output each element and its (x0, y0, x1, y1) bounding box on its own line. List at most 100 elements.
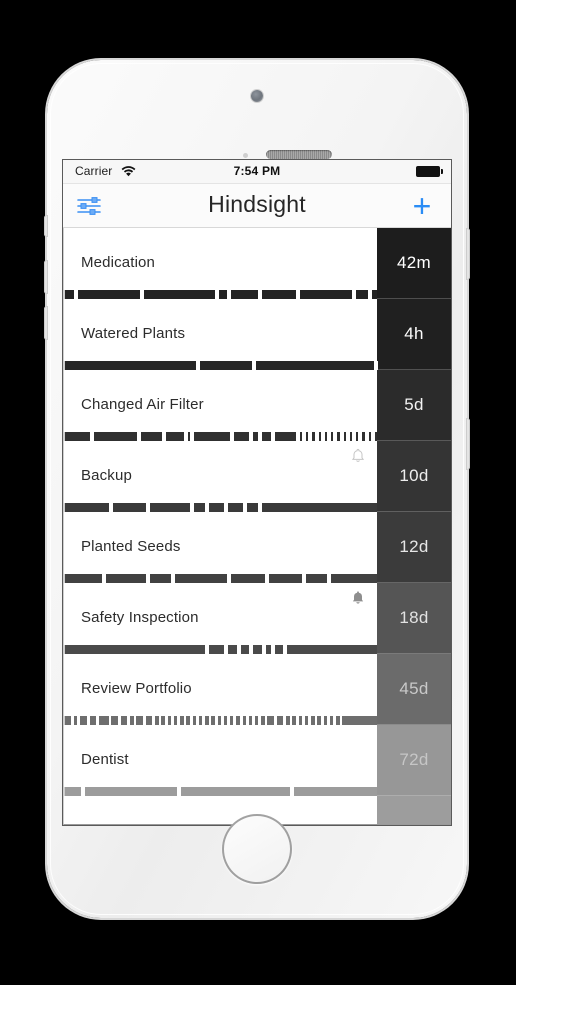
row-main[interactable]: Backup (63, 441, 377, 512)
elapsed-badge[interactable]: 10d (377, 441, 451, 512)
tick-mark (227, 574, 232, 583)
row-main[interactable]: Dentist (63, 725, 377, 796)
phone-device: Carrier 7:54 PM Hindsight + Medication 4… (44, 60, 470, 918)
bell-icon (351, 590, 365, 606)
tick-mark (171, 574, 176, 583)
elapsed-badge[interactable]: 18d (377, 583, 451, 654)
tick-mark (71, 716, 75, 725)
elapsed-badge[interactable]: 5d (377, 370, 451, 441)
activity-label: Planted Seeds (81, 538, 181, 555)
history-tickbar (64, 290, 377, 299)
table-row[interactable]: Review Portfolio 45d (63, 654, 451, 725)
tick-mark (249, 645, 254, 654)
tick-mark (264, 716, 268, 725)
volume-down-button[interactable] (44, 306, 48, 340)
tick-mark (258, 716, 262, 725)
volume-up-button[interactable] (44, 260, 48, 294)
tick-mark (364, 432, 369, 441)
table-row[interactable]: Planted Seeds 12d (63, 512, 451, 583)
home-button[interactable] (222, 814, 292, 884)
proximity-sensor (243, 153, 248, 158)
tick-mark (370, 432, 375, 441)
partial-row-main[interactable] (64, 796, 377, 824)
tick-mark (171, 716, 174, 725)
activity-label: Review Portfolio (81, 680, 192, 697)
tick-mark (233, 716, 237, 725)
history-tickbar (64, 716, 377, 725)
tick-mark (320, 432, 325, 441)
tick-mark (227, 290, 232, 299)
tick-mark (302, 716, 305, 725)
elapsed-badge[interactable]: 4h (377, 299, 451, 370)
tick-mark (345, 432, 350, 441)
tick-mark (224, 645, 229, 654)
tick-mark (127, 716, 131, 725)
row-main[interactable]: Safety Inspection (63, 583, 377, 654)
tick-mark (221, 716, 224, 725)
tick-mark (236, 645, 241, 654)
add-button[interactable]: + (405, 186, 439, 226)
tick-mark (270, 432, 275, 441)
power-button[interactable] (466, 228, 470, 280)
tick-mark (118, 716, 121, 725)
tick-mark (314, 716, 318, 725)
tick-mark (333, 716, 337, 725)
tick-mark (152, 716, 156, 725)
tick-mark (352, 290, 357, 299)
partial-row-badge[interactable] (377, 796, 451, 824)
row-main[interactable]: Medication (63, 228, 377, 299)
tick-mark (158, 716, 162, 725)
table-row[interactable]: Dentist 72d (63, 725, 451, 796)
activity-list[interactable]: Medication 42m Watered Plants 4h Changed Air… (63, 228, 451, 796)
tick-mark (183, 716, 187, 725)
tick-mark (367, 290, 372, 299)
tick-mark (189, 716, 193, 725)
tick-mark (358, 432, 363, 441)
tick-mark (258, 290, 263, 299)
tick-mark (283, 645, 288, 654)
row-main[interactable]: Changed Air Filter (63, 370, 377, 441)
tick-mark (108, 716, 112, 725)
row-main[interactable]: Planted Seeds (63, 512, 377, 583)
table-row[interactable]: Backup 10d (63, 441, 451, 512)
tick-mark (258, 503, 263, 512)
tick-mark (289, 716, 293, 725)
table-row[interactable]: Medication 42m (63, 228, 451, 299)
tick-mark (308, 432, 313, 441)
bell-icon (351, 448, 365, 464)
tick-mark (177, 716, 181, 725)
elapsed-badge[interactable]: 42m (377, 228, 451, 299)
elapsed-badge[interactable]: 12d (377, 512, 451, 583)
tick-mark (239, 716, 243, 725)
tick-mark (302, 432, 307, 441)
tick-mark (96, 716, 99, 725)
tick-mark (214, 716, 218, 725)
mute-switch[interactable] (44, 215, 48, 237)
activity-label: Backup (81, 467, 132, 484)
battery-icon (416, 166, 443, 177)
tick-mark (308, 716, 312, 725)
tick-mark (161, 432, 166, 441)
tick-mark (183, 432, 188, 441)
tick-mark (205, 645, 210, 654)
tick-mark (261, 645, 266, 654)
row-main[interactable]: Review Portfolio (63, 654, 377, 725)
side-button-lower[interactable] (466, 418, 470, 470)
tick-mark (245, 716, 249, 725)
table-row[interactable]: Safety Inspection 18d (63, 583, 451, 654)
tick-mark (295, 716, 299, 725)
status-bar: Carrier 7:54 PM (63, 160, 451, 184)
activity-label: Medication (81, 254, 156, 271)
row-main[interactable]: Watered Plants (63, 299, 378, 370)
table-row[interactable]: Changed Air Filter 5d (63, 370, 451, 441)
tick-mark (133, 716, 137, 725)
tick-mark (102, 574, 107, 583)
elapsed-badge[interactable]: 45d (377, 654, 451, 725)
tick-mark (295, 290, 300, 299)
tick-mark (80, 787, 85, 796)
tick-mark (314, 432, 319, 441)
elapsed-badge[interactable]: 72d (377, 725, 451, 796)
table-row[interactable]: Watered Plants 4h (63, 299, 451, 370)
tick-mark (77, 716, 81, 725)
tick-mark (339, 432, 344, 441)
